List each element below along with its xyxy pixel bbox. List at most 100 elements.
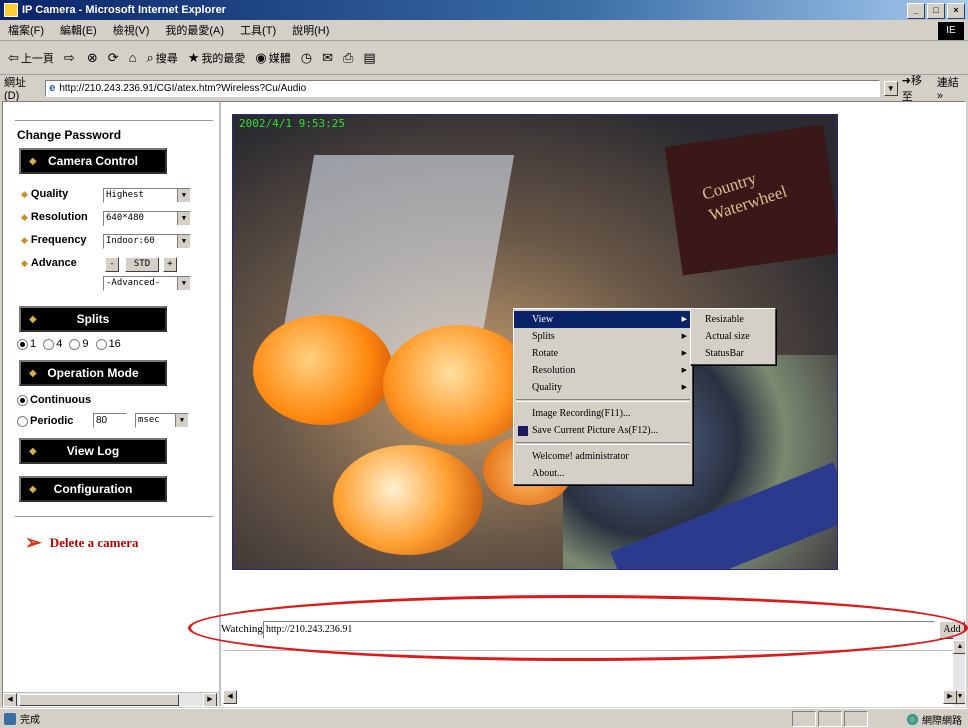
- operation-mode-button[interactable]: ◆ Operation Mode: [19, 360, 167, 386]
- red-arrow-icon: ➢: [25, 532, 42, 554]
- camera-control-button[interactable]: ◆ Camera Control: [19, 148, 167, 174]
- address-dropdown-icon[interactable]: ▼: [883, 80, 898, 96]
- submenu-item-resizable[interactable]: Resizable: [691, 311, 775, 328]
- favorites-button[interactable]: ★ 我的最愛: [188, 50, 246, 66]
- resolution-select[interactable]: 640*480 ▼: [103, 211, 191, 226]
- scroll-up-icon[interactable]: ▲: [953, 640, 965, 654]
- forward-button[interactable]: ⇨: [64, 50, 77, 66]
- advance-std-button[interactable]: STD: [125, 257, 159, 272]
- divider: [15, 516, 213, 517]
- menu-item-view[interactable]: View ▶: [514, 311, 692, 328]
- ie-page-icon: e: [49, 82, 56, 94]
- search-button[interactable]: ⌕ 搜尋: [146, 50, 177, 66]
- bullet-arrow-icon: ◆: [21, 211, 28, 222]
- left-horizontal-scrollbar[interactable]: ◀ ▶: [3, 692, 219, 706]
- submenu-item-actual-size[interactable]: Actual size: [691, 328, 775, 345]
- advanced-select[interactable]: -Advanced- ▼: [103, 276, 191, 291]
- maximize-button[interactable]: □: [927, 3, 945, 19]
- scroll-thumb[interactable]: [19, 694, 179, 706]
- periodic-unit-select[interactable]: msec ▼: [135, 413, 189, 428]
- split-4-radio[interactable]: [43, 338, 55, 350]
- windows-logo: IE: [938, 22, 964, 40]
- menu-tools[interactable]: 工具(T): [232, 22, 284, 38]
- edit-button[interactable]: ▤: [363, 50, 375, 66]
- status-panel: [818, 711, 842, 727]
- dropdown-arrow-icon: ▼: [177, 235, 190, 248]
- media-button[interactable]: ◉ 媒體: [255, 50, 290, 66]
- right-scroll-right-icon[interactable]: ▶: [943, 690, 957, 704]
- standard-toolbar: ⇦ 上一頁 ⇨ ⊗ ⟳ ⌂ ⌕ 搜尋 ★ 我的最愛 ◉ 媒體 ◷ ✉ ⎙ ▤: [0, 41, 968, 75]
- quality-select[interactable]: Highest ▼: [103, 188, 191, 203]
- window-controls: _ □ ×: [907, 3, 965, 19]
- delete-camera-link[interactable]: ➢ Delete a camera: [25, 530, 139, 555]
- menu-bar: 檔案(F) 編輯(E) 檢視(V) 我的最愛(A) 工具(T) 說明(H): [0, 20, 968, 41]
- watching-url-input[interactable]: http://210.243.236.91: [263, 621, 935, 639]
- video-goldfish: [253, 315, 393, 425]
- submenu-arrow-icon: ▶: [681, 332, 687, 340]
- splits-button[interactable]: ◆ Splits: [19, 306, 167, 332]
- search-icon: ⌕: [146, 49, 154, 65]
- watching-row: Watching http://210.243.236.91 Add: [221, 620, 965, 642]
- menu-item-about[interactable]: About...: [514, 465, 692, 482]
- watching-label: Watching: [221, 623, 263, 635]
- menu-help[interactable]: 說明(H): [284, 22, 337, 38]
- menu-favorites[interactable]: 我的最愛(A): [157, 22, 232, 38]
- scroll-right-icon[interactable]: ▶: [203, 693, 217, 706]
- menu-item-resolution[interactable]: Resolution ▶: [514, 362, 692, 379]
- configuration-button[interactable]: ◆ Configuration: [19, 476, 167, 502]
- menu-item-splits[interactable]: Splits ▶: [514, 328, 692, 345]
- submenu-item-status-bar[interactable]: StatusBar: [691, 345, 775, 362]
- minimize-button[interactable]: _: [907, 3, 925, 19]
- split-1-radio[interactable]: [17, 338, 28, 350]
- menu-edit[interactable]: 編輯(E): [52, 22, 105, 38]
- print-button[interactable]: ⎙: [343, 50, 353, 66]
- stop-icon: ⊗: [86, 49, 98, 65]
- refresh-button[interactable]: ⟳: [108, 50, 119, 66]
- arrow-icon: ◆: [29, 483, 37, 495]
- print-icon: ⎙: [343, 49, 354, 65]
- split-16-radio[interactable]: [95, 338, 107, 350]
- menu-item-rotate[interactable]: Rotate ▶: [514, 345, 692, 362]
- go-arrow-icon: ➜: [901, 75, 911, 87]
- menu-item-image-recording[interactable]: Image Recording(F11)...: [514, 405, 692, 422]
- close-button[interactable]: ×: [947, 3, 965, 19]
- stop-button[interactable]: ⊗: [87, 50, 98, 66]
- view-log-button[interactable]: ◆ View Log: [19, 438, 167, 464]
- submenu-arrow-icon: ▶: [681, 349, 687, 357]
- links-button[interactable]: 連結 »: [937, 74, 968, 102]
- scroll-left-icon[interactable]: ◀: [3, 693, 17, 706]
- history-icon: ◷: [300, 49, 313, 65]
- video-context-menu: View ▶ Splits ▶ Rotate ▶ Resolution ▶ Qualit…: [513, 308, 693, 485]
- menu-file[interactable]: 檔案(F): [0, 22, 52, 38]
- continuous-radio[interactable]: [17, 394, 28, 406]
- home-icon: ⌂: [128, 50, 137, 65]
- address-input[interactable]: e http://210.243.236.91/CGI/atex.htm?Wir…: [45, 79, 880, 97]
- menu-item-welcome[interactable]: Welcome! administrator: [514, 448, 692, 465]
- arrow-icon: ◆: [29, 155, 37, 167]
- menu-view[interactable]: 檢視(V): [105, 22, 158, 38]
- floppy-disk-icon: [518, 426, 528, 436]
- change-password-link[interactable]: Change Password: [17, 128, 121, 142]
- continuous-row: Continuous: [17, 394, 91, 406]
- back-button[interactable]: ⇦ 上一頁: [8, 50, 54, 66]
- globe-icon: [907, 714, 918, 725]
- menu-item-save-picture[interactable]: Save Current Picture As(F12)...: [514, 422, 692, 439]
- history-button[interactable]: ◷: [301, 50, 312, 66]
- page-done-icon: [4, 712, 16, 725]
- menu-item-quality[interactable]: Quality ▶: [514, 379, 692, 396]
- dropdown-arrow-icon: ▼: [177, 189, 190, 202]
- mail-button[interactable]: ✉: [322, 50, 333, 66]
- left-control-frame: Change Password ◆ Camera Control ◆ Quali…: [3, 102, 221, 706]
- home-button[interactable]: ⌂: [129, 50, 137, 65]
- advance-minus-button[interactable]: -: [105, 257, 119, 272]
- right-scroll-left-icon[interactable]: ◀: [223, 690, 237, 704]
- address-label: 網址(D): [4, 77, 26, 102]
- split-9-radio[interactable]: [69, 338, 81, 350]
- bullet-arrow-icon: ◆: [21, 188, 28, 199]
- periodic-input[interactable]: 80: [93, 413, 127, 428]
- security-zone: 網際網路: [907, 712, 962, 727]
- frequency-select[interactable]: Indoor:60 ▼: [103, 234, 191, 249]
- periodic-radio[interactable]: [17, 415, 28, 427]
- go-button[interactable]: ➜移至: [902, 72, 933, 104]
- advance-plus-button[interactable]: +: [163, 257, 177, 272]
